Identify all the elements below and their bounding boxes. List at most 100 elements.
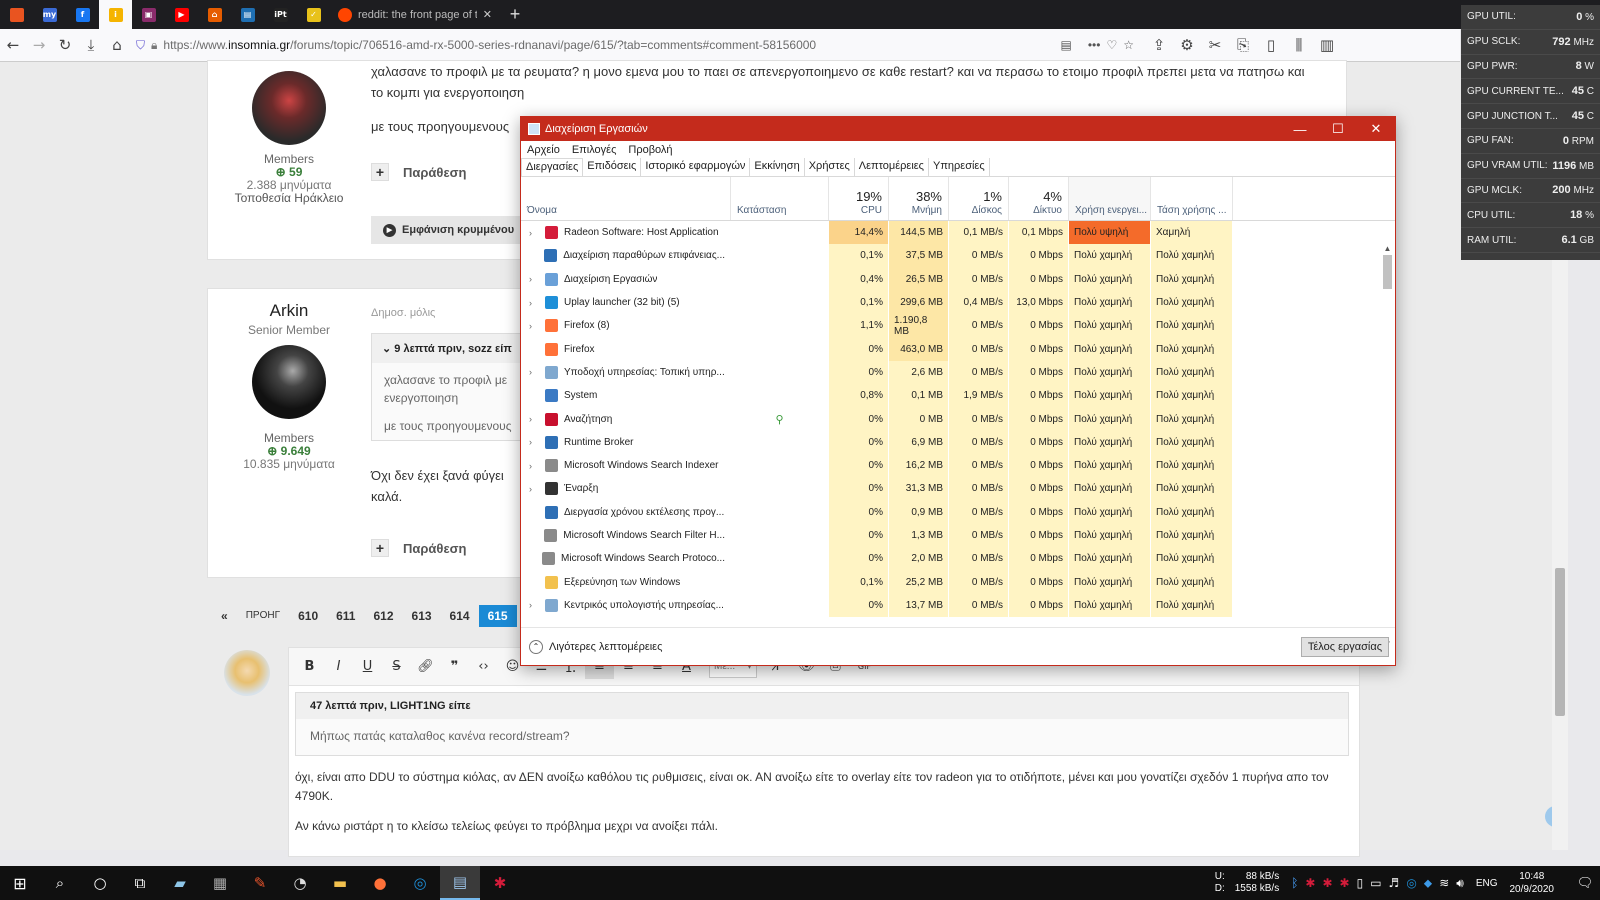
browser-tab[interactable]: f [66, 0, 99, 29]
process-row[interactable]: Εξερεύνηση των Windows 0,1% 25,2 MB 0 MB/s 0… [521, 570, 1395, 594]
process-row[interactable]: Διαχείριση παραθύρων επιφάνειας... 0,1% 37… [521, 244, 1395, 268]
quote-button[interactable]: + Παράθεση [371, 539, 466, 557]
process-row[interactable]: › Διαχείριση Εργασιών 0,4% 26,5 MB 0 MB/s 0 M… [521, 267, 1395, 291]
download-icon[interactable]: ⤓ [78, 32, 104, 58]
taskbar-app-paint-icon[interactable]: ✎ [240, 866, 280, 900]
process-row[interactable]: › Runtime Broker 0% 6,9 MB 0 MB/s 0 Mbps Πολύ … [521, 430, 1395, 454]
quote-button[interactable]: + Παράθεση [371, 163, 466, 181]
process-row[interactable]: Microsoft Windows Search Protoco... 0% 2,0… [521, 547, 1395, 571]
italic-button[interactable]: I [324, 654, 353, 679]
tab-item[interactable]: Ιστορικό εφαρμογών [641, 158, 751, 176]
page-link[interactable]: 615 [478, 605, 517, 627]
process-row[interactable]: › Υποδοχή υπηρεσίας: Τοπική υπηρ... 0% 2,6 … [521, 360, 1395, 385]
expand-chevron-icon[interactable]: › [529, 321, 539, 331]
tab-item[interactable]: Επιδόσεις [583, 158, 642, 176]
close-tab-icon[interactable]: ✕ [483, 8, 492, 21]
browser-tab[interactable] [0, 0, 33, 29]
expand-chevron-icon[interactable]: › [529, 437, 539, 447]
firefox-icon[interactable]: ● [360, 866, 400, 900]
underline-button[interactable]: U [353, 654, 382, 679]
taskbar-app-clock-icon[interactable]: ◔ [280, 866, 320, 900]
task-view-icon[interactable]: ⧉ [120, 866, 160, 900]
tab-processes[interactable]: Διεργασίες [521, 158, 584, 176]
col-power-trend[interactable]: Τάση χρήσης ... [1151, 177, 1233, 220]
tab-item[interactable]: Υπηρεσίες [929, 158, 990, 176]
browser-tab-reddit[interactable]: reddit: the front page of the in... ✕ [330, 0, 500, 29]
library-icon[interactable]: ⫼ [1286, 32, 1312, 58]
expand-chevron-icon[interactable]: › [529, 274, 539, 284]
process-list-scrollbar[interactable]: ▲ ▼ [1381, 244, 1394, 648]
bold-button[interactable]: B [295, 654, 324, 679]
tab-item[interactable]: Χρήστες [805, 158, 855, 176]
shield-icon[interactable]: ⛉ [136, 38, 145, 53]
expand-chevron-icon[interactable]: › [529, 298, 539, 308]
process-row[interactable]: Microsoft Windows Search Filter H... 0% 1,… [521, 523, 1395, 548]
process-row[interactable]: Firefox 0% 463,0 MB 0 MB/s 0 Mbps Πολύ χαμηλή… [521, 337, 1395, 361]
radeon-tray-icon-3[interactable]: ✱ [1340, 876, 1350, 891]
link-icon[interactable]: 🔗︎ [411, 654, 440, 679]
menu-item[interactable]: Αρχείο [527, 144, 560, 156]
expand-chevron-icon[interactable]: › [529, 414, 539, 424]
uplay-icon[interactable]: ◎ [400, 866, 440, 900]
reload-icon[interactable]: ↻ [52, 32, 78, 58]
code-icon[interactable]: ‹› [469, 654, 498, 679]
avatar[interactable] [252, 345, 326, 419]
radeon-taskbar-icon[interactable]: ✱ [480, 866, 520, 900]
start-windows-icon[interactable]: ⊞ [0, 866, 40, 900]
col-cpu[interactable]: 19% CPU [829, 177, 889, 220]
expand-chevron-icon[interactable]: › [529, 484, 539, 494]
clock[interactable]: 10:48 20/9/2020 [1510, 870, 1555, 896]
lock-icon[interactable]: 🔒︎ [151, 38, 157, 53]
process-row[interactable]: › Radeon Software: Host Application 14,4% 1… [521, 221, 1395, 245]
expand-chevron-icon[interactable]: › [529, 228, 539, 238]
post-time[interactable]: Δημοσ. μόλις [371, 307, 435, 319]
show-hidden-button[interactable]: ▶ Εμφάνιση κρυμμένου [371, 216, 521, 244]
uplay-tray-icon[interactable]: ◎ [1406, 876, 1416, 891]
speaker-tray-icon[interactable]: ♬ [1389, 876, 1400, 891]
expand-chevron-icon[interactable]: › [529, 461, 539, 471]
browser-tab[interactable]: ▤ [231, 0, 264, 29]
page-link[interactable]: 612 [364, 605, 402, 627]
more-actions-icon[interactable]: ••• [1088, 38, 1101, 52]
cortana-icon[interactable]: ○ [80, 866, 120, 900]
page-link[interactable]: 614 [441, 605, 479, 627]
col-power[interactable]: Χρήση ενεργει... [1069, 177, 1151, 220]
radeon-tray-icon-2[interactable]: ✱ [1322, 876, 1332, 891]
browser-tab[interactable]: ⌂ [198, 0, 231, 29]
process-row[interactable]: › Firefox (8) 1,1% 1.190,8 MB 0 MB/s 0 Mbps Πο… [521, 314, 1395, 338]
fewer-details-button[interactable]: ⌃ Λιγότερες λεπτομέρειες [529, 639, 662, 654]
process-row[interactable]: › Κεντρικός υπολογιστής υπηρεσίας... 0% 13,… [521, 593, 1395, 618]
col-memory[interactable]: 38% Μνήμη [889, 177, 949, 220]
page-scrollbar-thumb[interactable] [1555, 568, 1565, 716]
calculator-icon[interactable]: ▦ [200, 866, 240, 900]
minimize-button[interactable]: — [1281, 122, 1319, 137]
maximize-button[interactable]: ☐ [1319, 121, 1357, 137]
collapse-icon[interactable]: ⌄ [382, 343, 394, 355]
home-icon[interactable]: ⌂ [104, 32, 130, 58]
file-explorer-icon[interactable]: ▬ [320, 866, 360, 900]
expand-chevron-icon[interactable]: › [529, 600, 539, 610]
col-network[interactable]: 4% Δίκτυο [1009, 177, 1069, 220]
process-row[interactable]: › Uplay launcher (32 bit) (5) 0,1% 299,6 MB… [521, 290, 1395, 315]
browser-tab[interactable]: iPt [264, 0, 297, 29]
close-button[interactable]: ✕ [1357, 121, 1395, 137]
bluetooth-icon[interactable]: ᛒ [1291, 876, 1298, 891]
browser-tab[interactable]: my [33, 0, 66, 29]
scroll-thumb[interactable] [1383, 255, 1392, 289]
scroll-up-icon[interactable]: ▲ [1381, 244, 1394, 253]
usb-icon[interactable]: ▯ [1357, 876, 1364, 891]
pocket-icon[interactable]: ♡ [1106, 38, 1117, 52]
bookmark-star-icon[interactable]: ☆ [1123, 38, 1134, 52]
menu-item[interactable]: Επιλογές [572, 144, 617, 156]
strikethrough-button[interactable]: S [382, 654, 411, 679]
browser-tab[interactable]: ▶ [165, 0, 198, 29]
author-name[interactable]: Arkin [228, 301, 350, 321]
editor-text[interactable]: όχι, είναι απο DDU το σύστημα κιόλας, αν… [289, 756, 1359, 836]
language-indicator[interactable]: ENG [1476, 878, 1498, 889]
sidebar-icon[interactable]: ▥ [1314, 32, 1340, 58]
process-row[interactable]: › Microsoft Windows Search Indexer 0% 16,2 … [521, 453, 1395, 478]
settings-gear-icon[interactable]: ⚙ [1174, 32, 1200, 58]
new-tab-button[interactable]: + [500, 4, 530, 25]
first-page-link[interactable]: « [212, 605, 237, 627]
volume-icon[interactable]: 🔊︎ [1456, 876, 1464, 891]
